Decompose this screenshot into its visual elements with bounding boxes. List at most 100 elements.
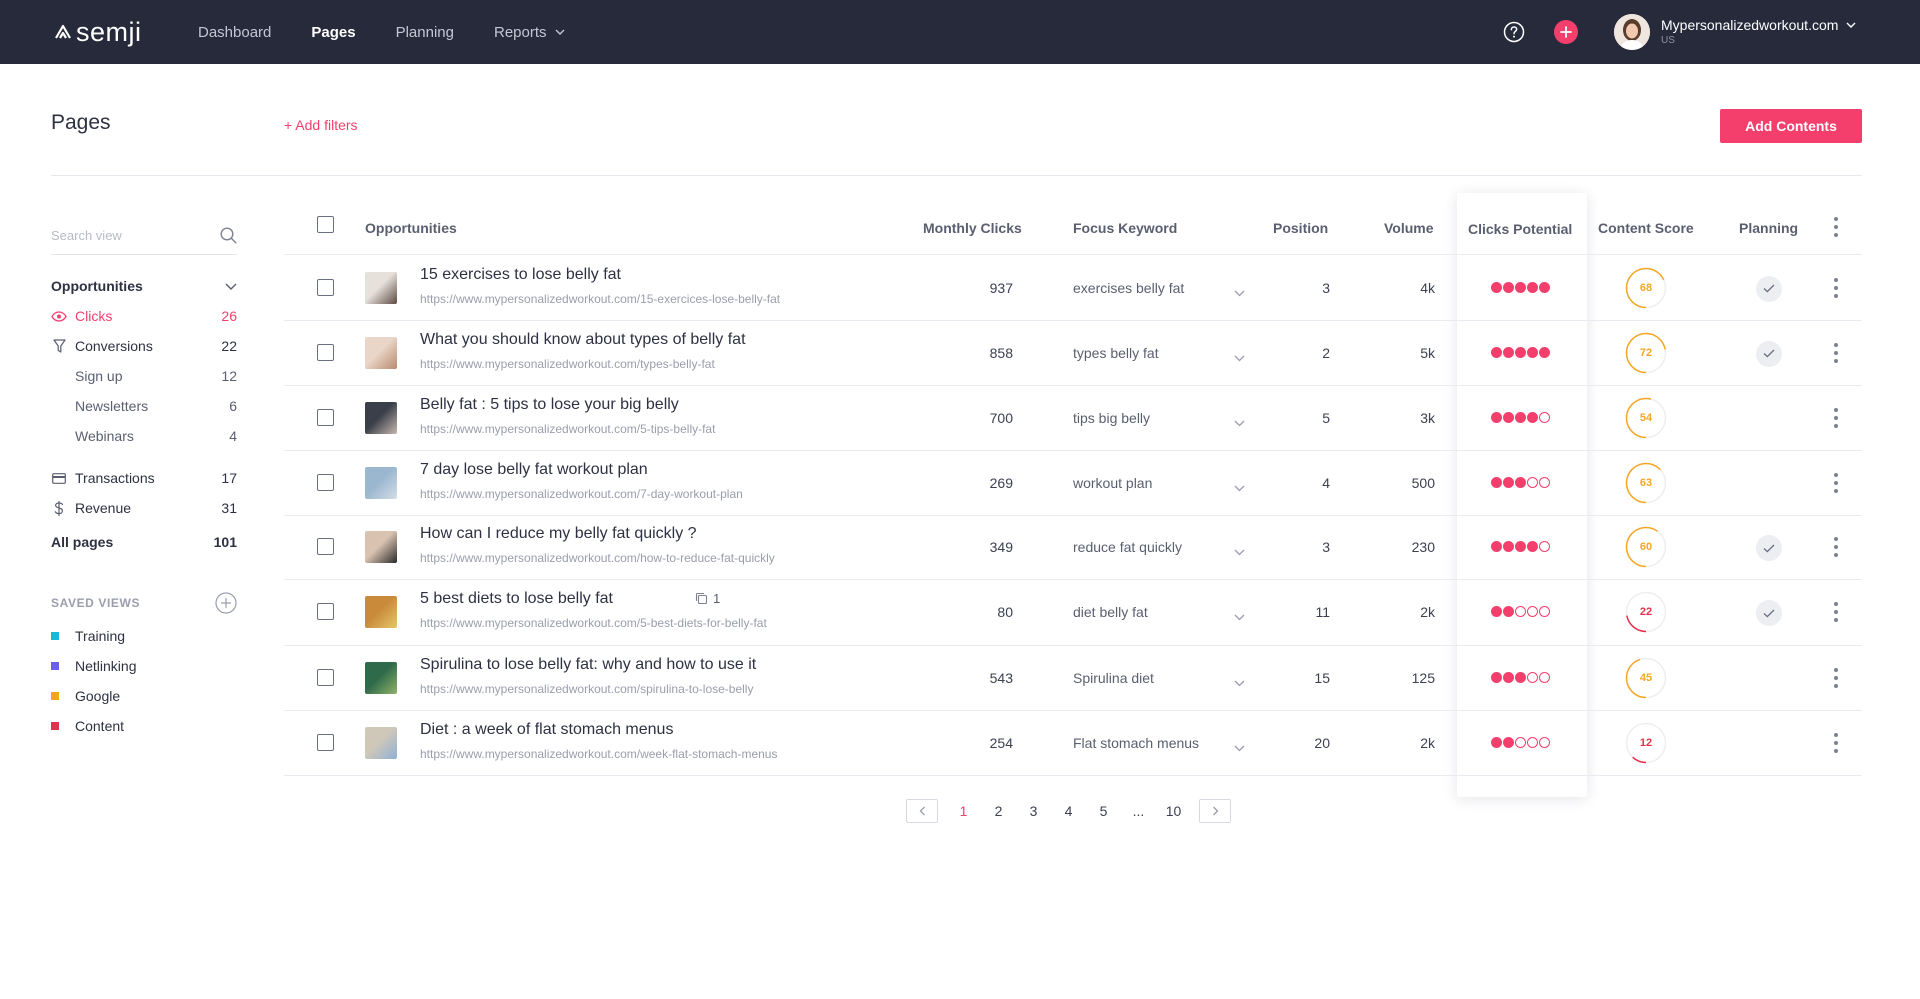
page-2[interactable]: 2 [981,803,1016,819]
row-checkbox[interactable] [317,733,334,751]
sidebar-item-conversions[interactable]: Conversions 22 [51,336,237,356]
logo-mark-icon [55,24,71,39]
page-3[interactable]: 3 [1016,803,1051,819]
keyword-dropdown-button[interactable] [1234,674,1245,692]
planning-status[interactable] [1756,340,1782,367]
saved-view-google[interactable]: Google [51,686,237,706]
row-checkbox[interactable] [317,538,334,555]
row-options-kebab-icon[interactable] [1833,407,1839,428]
planning-status[interactable] [1756,535,1782,561]
nav-reports[interactable]: Reports [494,24,565,41]
page-title-link[interactable]: 5 best diets to lose belly fat [420,590,613,608]
page-title-link[interactable]: Spirulina to lose belly fat: why and how… [420,656,756,674]
column-options-kebab-icon[interactable] [1833,217,1839,237]
sidebar-opportunities[interactable]: Opportunities [51,276,237,296]
add-filters-link[interactable]: + Add filters [284,117,358,133]
row-checkbox[interactable] [317,408,334,426]
search-view-input[interactable] [51,220,211,250]
nav-dashboard[interactable]: Dashboard [198,24,271,41]
nav-planning[interactable]: Planning [396,24,454,41]
keyword-dropdown-button[interactable] [1234,284,1245,302]
sidebar-item-revenue[interactable]: Revenue 31 [51,498,237,518]
page-10[interactable]: 10 [1156,803,1191,819]
duplicate-indicator[interactable]: 1 [695,591,720,606]
eye-icon [51,310,67,322]
page-title-link[interactable]: 7 day lose belly fat workout plan [420,461,648,479]
page-url: https://www.mypersonalizedworkout.com/we… [420,746,778,761]
row-options-kebab-icon[interactable] [1833,732,1839,753]
sidebar-item-newsletters[interactable]: Newsletters 6 [51,396,237,416]
header-volume[interactable]: Volume [1384,220,1434,236]
chevron-down-icon [225,283,237,290]
saved-view-training[interactable]: Training [51,626,237,646]
create-button[interactable] [1554,20,1578,44]
page-title-link[interactable]: Diet : a week of flat stomach menus [420,721,673,739]
potential-dot [1539,476,1550,488]
page-title-link[interactable]: Belly fat : 5 tips to lose your big bell… [420,396,679,414]
keyword-dropdown-button[interactable] [1234,608,1245,626]
row-checkbox[interactable] [317,278,334,296]
page-title-link[interactable]: What you should know about types of bell… [420,331,746,349]
page-5[interactable]: 5 [1086,803,1121,819]
content-score-ring: 60 [1625,526,1667,568]
sidebar-item-webinars[interactable]: Webinars 4 [51,426,237,446]
avatar[interactable] [1614,14,1650,50]
page-url: https://www.mypersonalizedworkout.com/ho… [420,551,775,565]
page-1[interactable]: 1 [946,803,981,819]
row-options-kebab-icon[interactable] [1833,342,1839,363]
add-saved-view-icon[interactable] [215,592,237,614]
clicks-potential-rating [1491,346,1551,358]
header-planning[interactable]: Planning [1739,220,1798,236]
page-4[interactable]: 4 [1051,803,1086,819]
row-options-kebab-icon[interactable] [1833,277,1839,298]
position-value: 3 [1322,279,1330,296]
chevron-down-icon [1846,22,1856,28]
header-opportunities[interactable]: Opportunities [365,220,457,236]
page-title-link[interactable]: 15 exercises to lose belly fat [420,266,621,284]
saved-view-netlinking[interactable]: Netlinking [51,656,237,676]
header-position[interactable]: Position [1273,220,1328,236]
keyword-dropdown-button[interactable] [1234,543,1245,561]
nav-pages[interactable]: Pages [311,24,355,41]
content-score-ring: 63 [1625,462,1667,504]
add-contents-button[interactable]: Add Contents [1720,109,1862,143]
saved-view-content[interactable]: Content [51,716,237,736]
help-icon[interactable] [1503,21,1525,43]
sidebar-item-all-pages[interactable]: All pages 101 [51,532,237,552]
row-checkbox[interactable] [317,603,334,620]
keyword-dropdown-button[interactable] [1234,414,1245,432]
page-thumbnail [365,271,397,304]
row-options-kebab-icon[interactable] [1833,602,1839,622]
row-options-kebab-icon[interactable] [1833,667,1839,688]
sidebar-item-transactions[interactable]: Transactions 17 [51,468,237,488]
sidebar-item-clicks[interactable]: Clicks 26 [51,306,237,326]
potential-dot [1503,346,1514,358]
select-all-checkbox[interactable] [317,216,334,233]
content-score-ring: 68 [1625,267,1667,309]
content-score-ring: 54 [1625,397,1667,439]
header-focus-keyword[interactable]: Focus Keyword [1073,220,1177,236]
account-switcher[interactable]: Mypersonalizedworkout.com US [1661,17,1856,46]
sidebar: Opportunities Clicks 26 Conversions 22 S… [51,220,237,734]
header-clicks-potential[interactable]: Clicks Potential [1468,221,1572,237]
clicks-potential-rating [1491,281,1551,293]
row-checkbox[interactable] [317,343,334,361]
row-checkbox[interactable] [317,668,334,686]
keyword-dropdown-button[interactable] [1234,349,1245,367]
next-page-button[interactable] [1199,799,1231,823]
header-monthly-clicks[interactable]: Monthly Clicks [923,220,1022,236]
focus-keyword-value: types belly fat [1073,344,1159,361]
keyword-dropdown-button[interactable] [1234,739,1245,757]
header-content-score[interactable]: Content Score [1598,220,1694,236]
planning-status[interactable] [1756,275,1782,302]
semji-logo[interactable]: semji [54,16,142,48]
planning-status[interactable] [1756,600,1782,626]
search-icon[interactable] [220,227,237,244]
sidebar-item-sign-up[interactable]: Sign up 12 [51,366,237,386]
prev-page-button[interactable] [906,799,938,823]
row-options-kebab-icon[interactable] [1833,537,1839,557]
row-checkbox[interactable] [317,473,334,491]
page-title-link[interactable]: How can I reduce my belly fat quickly ? [420,525,697,543]
keyword-dropdown-button[interactable] [1234,479,1245,497]
row-options-kebab-icon[interactable] [1833,472,1839,493]
